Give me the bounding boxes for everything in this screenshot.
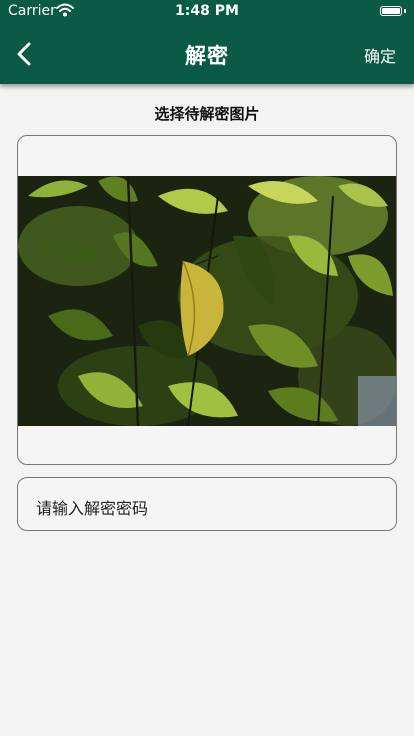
page-title: 解密: [185, 44, 229, 68]
status-time: 1:48 PM: [175, 3, 239, 19]
navigation-bar: Carrier 1:48 PM 解密 确定: [0, 0, 414, 84]
section-title: 选择待解密图片: [154, 105, 260, 123]
selected-image: [18, 176, 396, 426]
password-placeholder: 请输入解密密码: [36, 499, 149, 518]
battery-tip: [404, 9, 406, 13]
status-bar: Carrier 1:48 PM: [0, 0, 414, 24]
confirm-button[interactable]: 确定: [364, 43, 396, 67]
battery-icon: [380, 6, 402, 16]
password-input[interactable]: 请输入解密密码: [17, 477, 397, 531]
image-picker[interactable]: [17, 135, 397, 465]
